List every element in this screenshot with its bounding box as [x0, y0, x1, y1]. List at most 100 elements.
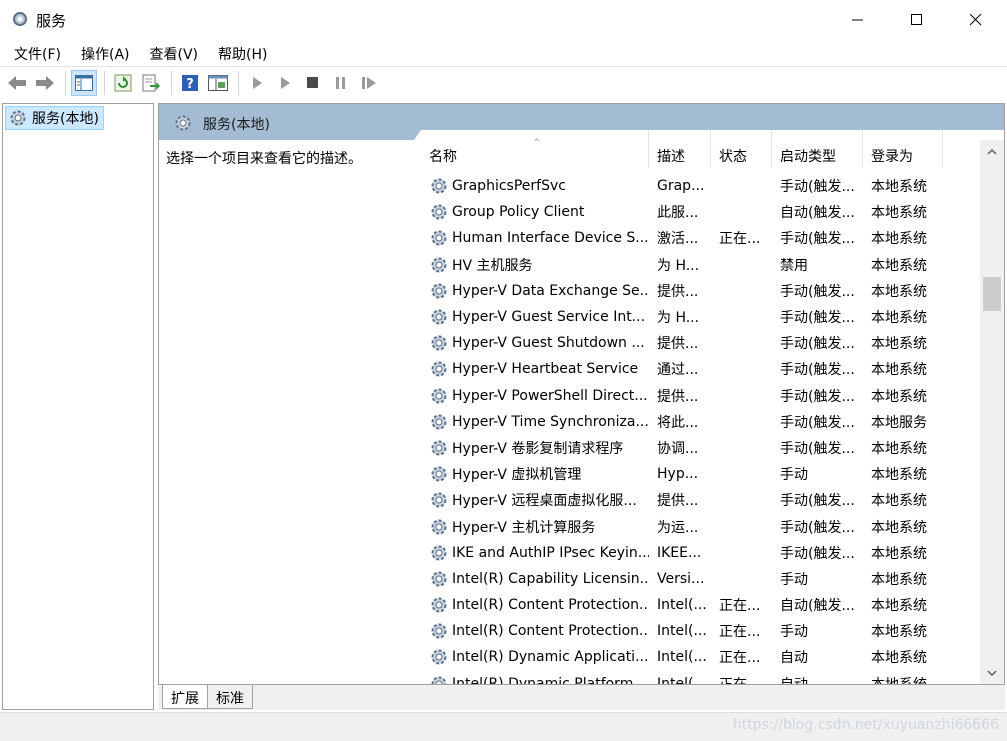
service-gear-icon	[431, 335, 447, 351]
table-row[interactable]: Hyper-V PowerShell Direct... 提供... 手动(触发..…	[421, 383, 979, 409]
list-rows: GraphicsPerfSvc Grap... 手动(触发... 本地系统 Group …	[421, 173, 979, 685]
column-label: 名称	[429, 149, 457, 165]
stop-service-button[interactable]	[300, 70, 326, 96]
service-name: Hyper-V Heartbeat Service	[452, 361, 639, 378]
properties-icon	[208, 75, 228, 91]
service-log-on-cell: 本地系统	[871, 310, 927, 327]
service-name-cell: Hyper-V Guest Shutdown ...	[421, 333, 649, 353]
service-log-on-cell: 本地系统	[871, 467, 927, 484]
service-log-on-cell: 本地服务	[871, 414, 927, 431]
service-startup-type-cell: 自动(触发...	[780, 205, 855, 222]
pause-service-button[interactable]	[328, 70, 354, 96]
service-description-cell: 将此...	[657, 414, 699, 431]
service-gear-icon	[431, 309, 447, 325]
service-startup-type-cell: 手动(触发...	[780, 336, 855, 353]
column-header-log-on-as[interactable]: 登录为	[863, 130, 943, 168]
column-header-name[interactable]: ^ 名称	[421, 130, 649, 168]
service-name-cell: Hyper-V PowerShell Direct...	[421, 386, 649, 406]
service-description-cell: Intel(...	[657, 597, 707, 614]
service-log-on-cell: 本地系统	[871, 493, 927, 510]
tree-item-services-local[interactable]: 服务(本地)	[5, 106, 104, 130]
table-row[interactable]: Hyper-V 远程桌面虚拟化服... 提供... 手动(触发... 本地系统	[421, 487, 979, 513]
service-description-cell: 为 H...	[657, 310, 700, 327]
column-header-description[interactable]: 描述	[649, 130, 711, 168]
start-service-button[interactable]	[244, 70, 270, 96]
service-startup-type-cell: 手动	[780, 467, 808, 484]
column-header-startup-type[interactable]: 启动类型	[772, 130, 863, 168]
table-row[interactable]: GraphicsPerfSvc Grap... 手动(触发... 本地系统	[421, 173, 979, 199]
table-row[interactable]: Group Policy Client 此服... 自动(触发... 本地系统	[421, 199, 979, 225]
tab-standard[interactable]: 标准	[208, 685, 253, 709]
table-row[interactable]: Hyper-V 卷影复制请求程序 协调... 手动(触发... 本地系统	[421, 435, 979, 461]
close-button[interactable]	[947, 0, 1005, 40]
column-header-status[interactable]: 状态	[711, 130, 772, 168]
export-button[interactable]	[138, 70, 164, 96]
service-gear-icon	[431, 597, 447, 613]
service-status-cell: 正在...	[719, 624, 761, 641]
service-name: Intel(R) Content Protection...	[452, 623, 649, 640]
help-button[interactable]: ?	[177, 70, 203, 96]
service-name-cell: Human Interface Device S...	[421, 228, 649, 248]
table-row[interactable]: Hyper-V Data Exchange Se... 提供... 手动(触发...…	[421, 278, 979, 304]
table-row[interactable]: Hyper-V Heartbeat Service 通过... 手动(触发... 本地…	[421, 356, 979, 382]
service-name-cell: IKE and AuthIP IPsec Keyin...	[421, 543, 649, 563]
back-button[interactable]	[4, 70, 30, 96]
start-service-alt-button[interactable]	[272, 70, 298, 96]
table-row[interactable]: Intel(R) Dynamic Platform... Intel(... 正在.…	[421, 671, 979, 685]
table-row[interactable]: IKE and AuthIP IPsec Keyin... IKEE... 手动(触…	[421, 540, 979, 566]
table-row[interactable]: Intel(R) Capability Licensin... Versi... 手…	[421, 566, 979, 592]
table-row[interactable]: HV 主机服务 为 H... 禁用 本地系统	[421, 252, 979, 278]
service-gear-icon	[431, 492, 447, 508]
service-name-cell: GraphicsPerfSvc	[421, 176, 649, 196]
table-row[interactable]: Human Interface Device S... 激活... 正在... 手动(…	[421, 225, 979, 251]
service-name: Hyper-V Data Exchange Se...	[452, 282, 649, 299]
menu-action[interactable]: 操作(A)	[71, 40, 140, 66]
table-row[interactable]: Intel(R) Content Protection... Intel(... 正…	[421, 618, 979, 644]
forward-button[interactable]	[32, 70, 58, 96]
table-row[interactable]: Hyper-V Guest Service Int... 为 H... 手动(触发.…	[421, 304, 979, 330]
menu-help[interactable]: 帮助(H)	[208, 40, 277, 66]
toolbar-separator	[238, 71, 239, 95]
service-description-cell: 协调...	[657, 440, 699, 457]
scroll-thumb[interactable]	[983, 277, 1001, 311]
chevron-down-icon	[987, 670, 997, 676]
service-gear-icon	[431, 545, 447, 561]
table-row[interactable]: Intel(R) Dynamic Applicati... Intel(... 正在…	[421, 644, 979, 670]
menu-file[interactable]: 文件(F)	[4, 40, 71, 66]
service-status-cell: 正在...	[719, 676, 761, 685]
pause-icon	[336, 77, 345, 89]
service-name: Intel(R) Dynamic Platform...	[452, 675, 647, 685]
scroll-down-button[interactable]	[980, 661, 1004, 684]
service-name-cell: HV 主机服务	[421, 255, 649, 275]
table-row[interactable]: Hyper-V 虚拟机管理 Hyp... 手动 本地系统	[421, 461, 979, 487]
service-gear-icon	[431, 571, 447, 587]
service-gear-icon	[431, 519, 447, 535]
table-row[interactable]: Hyper-V Guest Shutdown ... 提供... 手动(触发... 本…	[421, 330, 979, 356]
service-log-on-cell: 本地系统	[871, 519, 927, 536]
menu-view[interactable]: 查看(V)	[140, 40, 209, 66]
title-bar: 服务	[0, 0, 1007, 40]
properties-button[interactable]	[205, 70, 231, 96]
maximize-button[interactable]	[888, 0, 946, 40]
table-row[interactable]: Intel(R) Content Protection... Intel(... 正…	[421, 592, 979, 618]
status-bar: https://blog.csdn.net/xuyuanzhi66666	[0, 712, 1007, 741]
services-app-icon	[13, 12, 27, 26]
column-label: 描述	[657, 149, 685, 165]
service-log-on-cell: 本地系统	[871, 545, 927, 562]
service-name-cell: Intel(R) Capability Licensin...	[421, 569, 649, 589]
toolbar-separator	[65, 71, 66, 95]
sort-arrow-icon: ^	[533, 138, 541, 148]
minimize-button[interactable]	[829, 0, 887, 40]
refresh-button[interactable]	[110, 70, 136, 96]
scroll-up-button[interactable]	[980, 140, 1004, 164]
table-row[interactable]: Hyper-V 主机计算服务 为运... 手动(触发... 本地系统	[421, 513, 979, 539]
restart-service-button[interactable]	[356, 70, 382, 96]
service-log-on-cell: 本地系统	[871, 362, 927, 379]
service-description-cell: Intel(...	[657, 675, 707, 685]
gear-icon	[175, 115, 191, 131]
show-tree-button[interactable]	[71, 70, 97, 96]
vertical-scrollbar[interactable]	[980, 140, 1004, 684]
chevron-up-icon	[987, 149, 997, 155]
tab-extended[interactable]: 扩展	[162, 685, 208, 709]
table-row[interactable]: Hyper-V Time Synchroniza... 将此... 手动(触发...…	[421, 409, 979, 435]
